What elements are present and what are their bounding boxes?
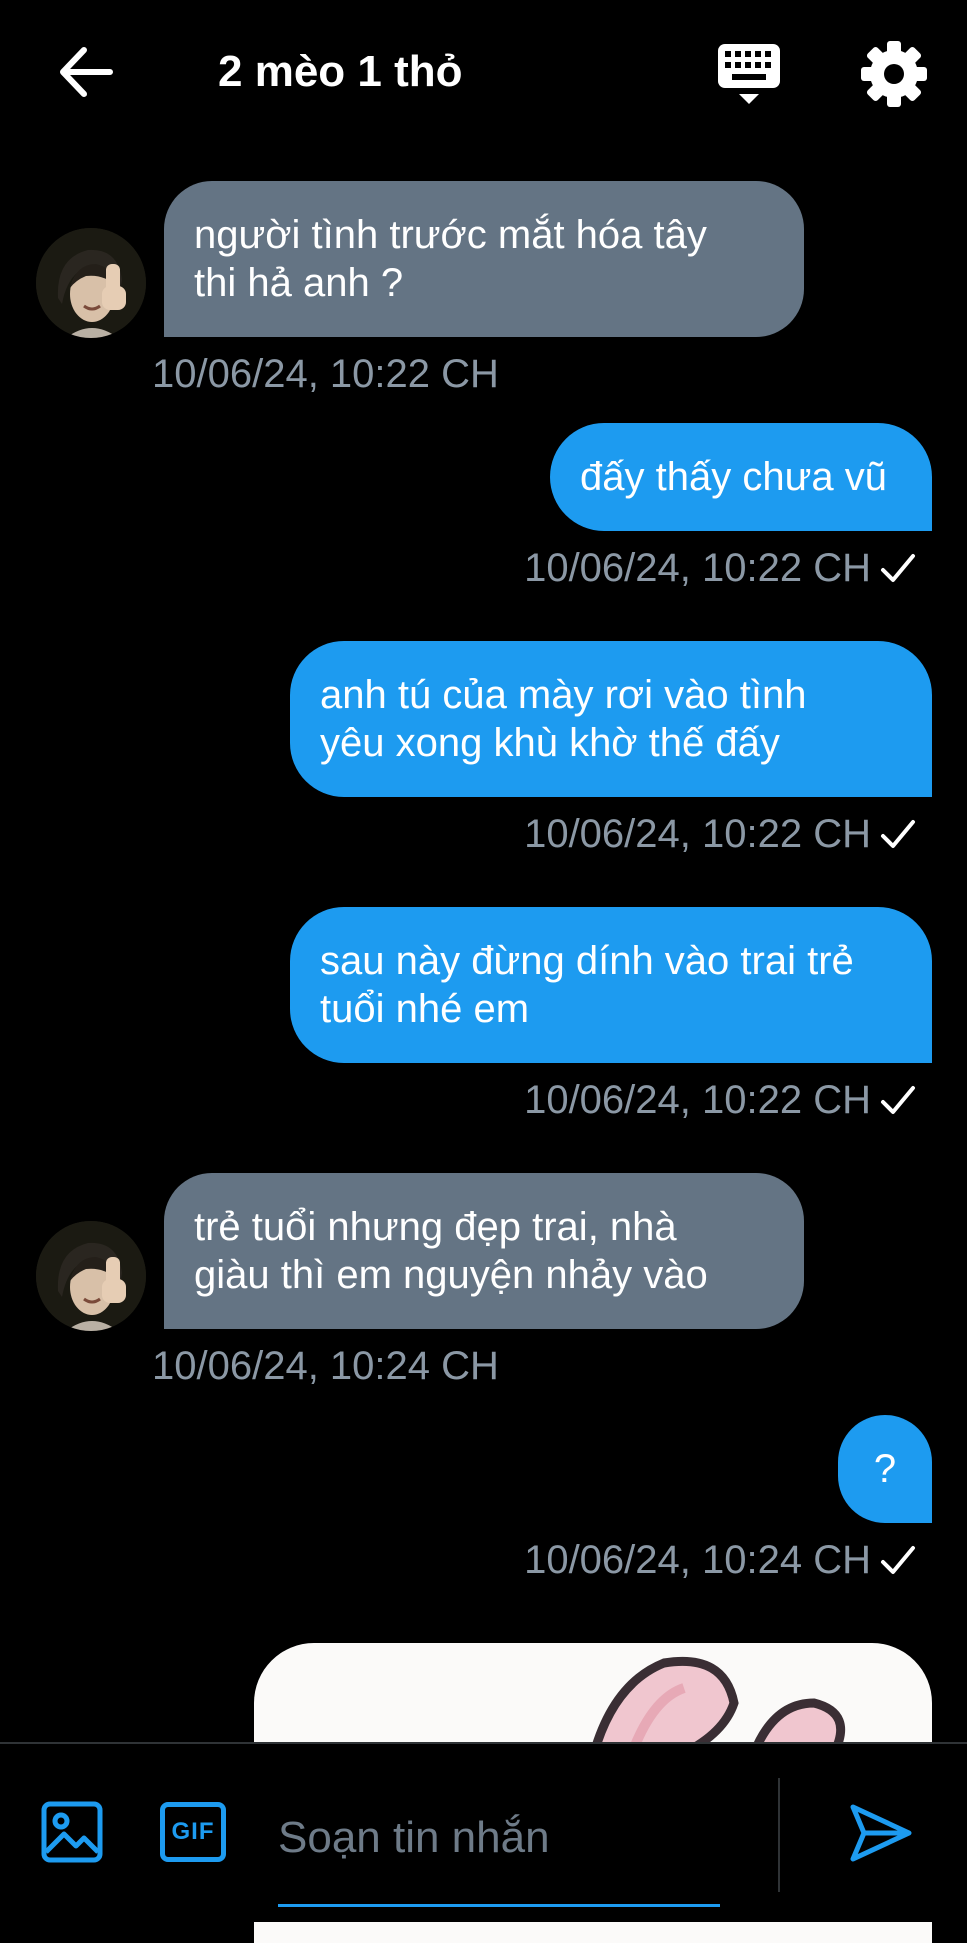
message-text-line: yêu xong khù khờ thế đấy [320,721,780,765]
message-timestamp: 10/06/24, 10:22 CH [524,812,871,856]
message-text-line: giàu thì em nguyện nhảy vào [194,1253,708,1297]
gif-button[interactable]: GIF [160,1802,226,1862]
keyboard-icon [718,44,780,104]
message-text-line: thi hả anh ? [194,261,404,305]
send-icon [850,1804,912,1862]
message-text-line: người tình trước mắt hóa tây [194,213,707,257]
attach-media-button[interactable] [40,1800,104,1869]
message-timestamp: 10/06/24, 10:22 CH [152,352,499,396]
incoming-message-bubble[interactable]: người tình trước mắt hóa tây thi hả anh … [164,181,804,337]
conversation-title: 2 mèo 1 thỏ [218,47,463,96]
settings-button[interactable] [856,36,936,112]
message-text-line: anh tú của mày rơi vào tình [320,673,807,717]
message-timestamp: 10/06/24, 10:22 CH [524,546,871,590]
incoming-message-bubble[interactable]: trẻ tuổi nhưng đẹp trai, nhà giàu thì em… [164,1173,804,1329]
gear-icon [861,41,927,107]
message-text-line: ? [873,1447,897,1491]
message-text-line: trẻ tuổi nhưng đẹp trai, nhà [194,1205,677,1249]
check-icon [881,820,915,848]
send-button[interactable] [848,1802,914,1869]
message-text-line: tuổi nhé em [320,987,530,1031]
back-button[interactable] [50,36,122,108]
outgoing-message-bubble[interactable]: sau này đừng dính vào trai trẻ tuổi nhé … [290,907,932,1063]
message-timestamp: 10/06/24, 10:24 CH [524,1538,871,1582]
outgoing-message-bubble[interactable]: anh tú của mày rơi vào tình yêu xong khù… [290,641,932,797]
keyboard-button[interactable] [712,36,788,112]
avatar[interactable] [36,1221,146,1331]
check-icon [881,1086,915,1114]
check-icon [881,554,915,582]
arrow-left-icon [60,47,113,97]
composer-divider [778,1778,780,1892]
message-timestamp: 10/06/24, 10:24 CH [152,1344,499,1388]
avatar-photo [36,1221,146,1331]
input-underline [278,1904,720,1907]
gif-label: GIF [171,1818,215,1845]
image-icon [41,1801,103,1863]
avatar-photo [36,228,146,338]
outgoing-message-bubble[interactable]: đấy thấy chưa vũ [550,423,932,531]
avatar[interactable] [36,228,146,338]
message-timestamp: 10/06/24, 10:22 CH [524,1078,871,1122]
message-text-line: sau này đừng dính vào trai trẻ [320,939,854,983]
message-composer: GIF Soạn tin nhắn [0,1742,967,1922]
message-input[interactable]: Soạn tin nhắn [278,1806,718,1870]
outgoing-message-bubble[interactable]: ? [838,1415,932,1523]
header: 2 mèo 1 thỏ [0,0,967,150]
message-text-line: đấy thấy chưa vũ [580,455,887,499]
check-icon [881,1546,915,1574]
